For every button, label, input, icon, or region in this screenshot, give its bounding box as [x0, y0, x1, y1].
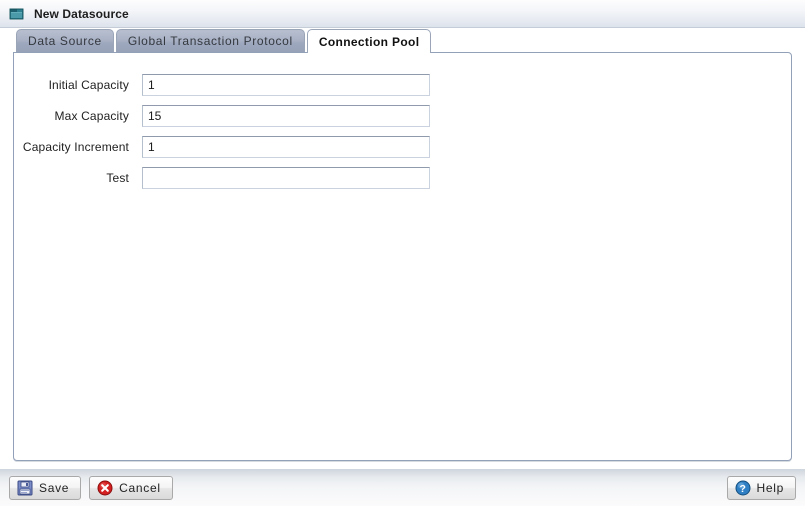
svg-text:?: ? [739, 482, 746, 494]
tab-label: Global Transaction Protocol [127, 34, 293, 48]
tab-data-source[interactable]: Data Source [16, 29, 114, 52]
save-button[interactable]: Save [9, 475, 82, 500]
max-capacity-input[interactable] [142, 105, 430, 127]
form-row-test: Test [14, 167, 791, 189]
form-row-initial-capacity: Initial Capacity [14, 74, 791, 96]
content-wrap: Initial Capacity Max Capacity Capacity I… [0, 52, 805, 469]
connection-pool-panel: Initial Capacity Max Capacity Capacity I… [13, 52, 792, 461]
button-bar: Save Cancel ? Help [0, 469, 805, 506]
tab-global-transaction-protocol[interactable]: Global Transaction Protocol [115, 29, 305, 52]
folder-icon [9, 7, 25, 21]
tab-strip: Data Source Global Transaction Protocol … [0, 28, 805, 53]
label-capacity-increment: Capacity Increment [22, 140, 129, 154]
tab-connection-pool[interactable]: Connection Pool [306, 29, 432, 53]
tab-label: Connection Pool [318, 34, 420, 49]
test-input[interactable] [142, 167, 430, 189]
error-circle-icon [97, 480, 113, 496]
new-datasource-dialog: New Datasource Data Source Global Transa… [0, 0, 805, 506]
label-test: Test [106, 171, 129, 185]
button-bar-left: Save Cancel [9, 475, 173, 500]
help-button-label: Help [756, 480, 784, 495]
floppy-disk-icon [17, 480, 33, 496]
save-button-label: Save [39, 480, 70, 495]
capacity-increment-input[interactable] [142, 136, 430, 158]
question-circle-icon: ? [735, 480, 751, 496]
label-max-capacity: Max Capacity [54, 109, 129, 123]
form-row-capacity-increment: Capacity Increment [14, 136, 791, 158]
cancel-button[interactable]: Cancel [89, 475, 173, 500]
titlebar: New Datasource [0, 0, 805, 28]
window-title: New Datasource [34, 6, 129, 21]
tab-label: Data Source [28, 34, 102, 48]
connection-pool-form: Initial Capacity Max Capacity Capacity I… [14, 53, 791, 189]
help-button[interactable]: ? Help [726, 475, 796, 500]
label-initial-capacity: Initial Capacity [48, 78, 129, 92]
cancel-button-label: Cancel [119, 480, 161, 495]
form-row-max-capacity: Max Capacity [14, 105, 791, 127]
initial-capacity-input[interactable] [142, 74, 430, 96]
